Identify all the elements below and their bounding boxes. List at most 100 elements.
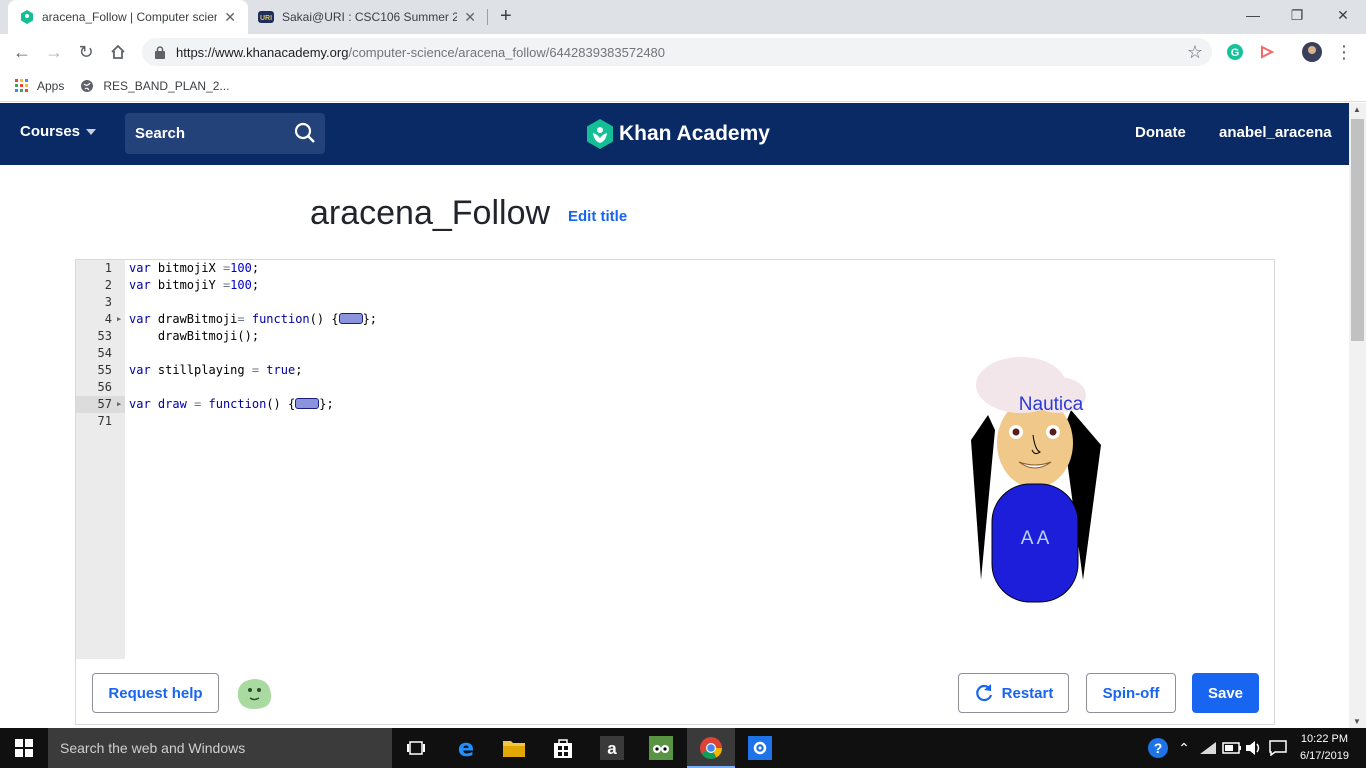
bookmark-apps[interactable]: Apps [37,79,64,93]
folded-code-widget[interactable] [338,313,363,324]
address-bar[interactable]: https://www.khanacademy.org/computer-sci… [142,38,1212,66]
editor-footer: Request help Restart Spin-off Save [75,659,1275,725]
code-line[interactable]: 4 ▶ var drawBitmoji= function() {}; [76,311,873,328]
bitmoji-drawing: Nautica A A [971,357,1101,603]
apps-grid-icon[interactable] [15,79,28,92]
code-line[interactable]: 2 var bitmojiY =100; [76,277,873,294]
fold-arrow-icon[interactable]: ▶ [117,396,121,413]
store-icon[interactable] [547,732,579,764]
search-input[interactable]: Search [125,113,325,154]
globe-icon [80,79,94,93]
scroll-up-icon[interactable]: ▲ [1353,105,1361,114]
file-explorer-icon[interactable] [498,732,530,764]
code-line[interactable]: 56 [76,379,873,396]
menu-kebab-icon[interactable]: ⋮ [1332,41,1356,63]
home-icon[interactable] [106,41,130,63]
back-icon[interactable]: ← [10,41,34,63]
tab-close-icon[interactable]: ✕ [464,9,476,26]
code-line-active[interactable]: 57 ▶ var draw = function() {}; [76,396,873,413]
shirt-text: A A [1021,528,1050,549]
fold-arrow-icon[interactable]: ▶ [117,311,121,328]
hair-left [971,415,995,580]
url-host: https://www.khanacademy.org [176,44,349,60]
notifications-icon[interactable] [1262,732,1294,764]
chrome-task-active[interactable] [687,728,735,768]
tab-aracena-follow[interactable]: aracena_Follow | Computer scien ✕ [8,0,248,34]
save-button[interactable]: Save [1192,673,1259,713]
restart-button[interactable]: Restart [958,673,1069,713]
task-view-icon[interactable] [400,732,432,764]
clock-date: 6/17/2019 [1300,750,1349,762]
khan-academy-logo[interactable]: Khan Academy [586,119,770,149]
khan-leaf-logo-icon [587,119,613,149]
code-editor[interactable]: 1 var bitmojiX =100; 2 var bitmojiY =100… [75,259,874,660]
browser-tab-strip: aracena_Follow | Computer scien ✕ URI Sa… [0,0,1366,34]
browser-toolbar: ← → ↻ https://www.khanacademy.org/comput… [0,34,1366,70]
svg-text:?: ? [1154,740,1163,756]
search-label: Search [135,125,186,142]
search-icon [294,122,315,143]
forward-icon[interactable]: → [42,41,66,63]
user-menu[interactable]: anabel_aracena [1219,124,1332,141]
taskbar-search-input[interactable]: Search the web and Windows [48,728,392,768]
page-title: aracena_Follow [310,194,551,232]
code-line[interactable]: 53 drawBitmoji(); [76,328,873,345]
grammarly-icon[interactable]: G [1223,41,1247,63]
svg-text:e: e [458,736,474,760]
tab-sakai[interactable]: URI Sakai@URI : CSC106 Summer 20 ✕ [248,0,488,34]
new-tab-icon[interactable]: + [500,5,512,28]
code-line[interactable]: 1 var bitmojiX =100; [76,260,873,277]
spin-off-button[interactable]: Spin-off [1086,673,1176,713]
folded-code-widget[interactable] [295,398,320,409]
khan-favicon-icon [21,10,33,24]
restart-label: Restart [1001,684,1054,702]
code-line[interactable]: 71 [76,413,873,430]
clock-time: 10:22 PM [1300,733,1349,745]
windows-start-icon[interactable] [0,728,48,768]
url-path: /computer-science/aracena_follow/6442839… [348,44,666,60]
line-number: 55 [97,363,112,377]
restore-icon[interactable]: ❐ [1274,0,1320,30]
avatar[interactable] [234,675,274,716]
edit-title-link[interactable]: Edit title [568,208,627,225]
settings-gear-icon[interactable] [744,732,776,764]
output-canvas[interactable]: Nautica A A [873,259,1275,660]
line-number: 53 [97,329,112,343]
donate-link[interactable]: Donate [1135,124,1186,141]
amazon-icon[interactable]: a [596,732,628,764]
scrollbar-thumb[interactable] [1351,119,1364,341]
code-line[interactable]: 3 [76,294,873,311]
profile-avatar-icon[interactable] [1300,41,1324,63]
windows-taskbar: Search the web and Windows e a ? ⌃ 10:22… [0,728,1366,768]
extension-icon[interactable] [1255,41,1279,63]
reload-icon[interactable]: ↻ [74,41,98,63]
line-number: 71 [97,414,112,428]
courses-label: Courses [20,123,81,140]
minimize-icon[interactable]: — [1230,0,1276,30]
code-line[interactable]: 55 var stillplaying = true; [76,362,873,379]
khan-header: Courses Search Khan Academy Donate anabe… [0,103,1349,165]
svg-text:a: a [607,739,617,758]
bookmark-res-band-plan[interactable]: RES_BAND_PLAN_2... [103,79,229,93]
svg-text:G: G [1231,47,1240,59]
tab-close-icon[interactable]: ✕ [224,9,236,26]
bookmarks-bar: Apps RES_BAND_PLAN_2... [0,70,1366,102]
request-help-button[interactable]: Request help [92,673,219,713]
tripadvisor-icon[interactable] [645,732,677,764]
logo-text: Khan Academy [619,122,770,145]
courses-menu-button[interactable]: Courses [20,123,97,140]
page-scrollbar[interactable]: ▲ ▼ [1349,103,1366,728]
taskbar-clock[interactable]: 10:22 PM 6/17/2019 [1300,731,1349,765]
line-number: 2 [104,278,112,292]
bookmark-star-icon[interactable]: ☆ [1183,41,1207,63]
edge-browser-icon[interactable]: e [450,732,482,764]
tab-separator [487,9,488,25]
lock-icon [155,45,165,59]
code-line[interactable]: 54 [76,345,873,362]
svg-text:URI: URI [260,15,272,22]
window-close-icon[interactable]: ✕ [1320,0,1366,30]
hat-text: Nautica [1019,394,1084,415]
uri-favicon-icon: URI [258,11,274,23]
scroll-down-icon[interactable]: ▼ [1353,717,1361,726]
line-number: 56 [97,380,112,394]
